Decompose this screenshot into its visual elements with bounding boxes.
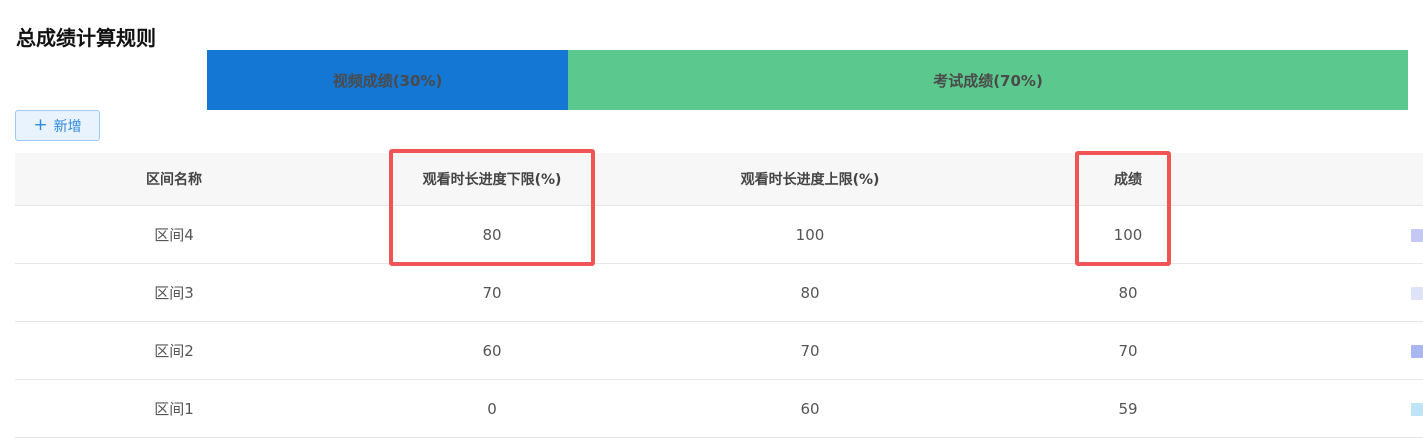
upper-bound-cell: 60 xyxy=(800,399,820,418)
lower-bound-cell: 0 xyxy=(487,399,497,418)
row-action-icon[interactable] xyxy=(1411,402,1423,416)
score-cell: 100 xyxy=(1113,225,1143,244)
table-row: 区间2 60 70 70 xyxy=(15,322,1423,380)
row-action-icon[interactable] xyxy=(1411,228,1423,242)
score-cell: 80 xyxy=(1118,283,1138,302)
range-name-cell: 区间2 xyxy=(154,342,194,360)
row-action-icon[interactable] xyxy=(1411,286,1423,300)
score-rule-table: 区间名称 观看时长进度下限(%) 观看时长进度上限(%) 成绩 区间4 80 1… xyxy=(15,153,1423,438)
actions-cell xyxy=(1287,380,1423,437)
score-weight-bar: 视频成绩(30%) 考试成绩(70%) xyxy=(207,50,1408,110)
upper-bound-cell: 100 xyxy=(795,225,825,244)
page-title: 总成绩计算规则 xyxy=(16,26,156,50)
range-name-cell: 区间3 xyxy=(154,284,194,302)
actions-cell xyxy=(1287,264,1423,321)
plus-icon: + xyxy=(33,115,48,135)
table-row: 区间1 0 60 59 xyxy=(15,380,1423,438)
range-name-cell: 区间1 xyxy=(154,400,194,418)
header-actions xyxy=(1287,153,1423,205)
video-score-segment[interactable]: 视频成绩(30%) xyxy=(207,50,568,110)
upper-bound-cell: 80 xyxy=(800,283,820,302)
lower-bound-cell: 70 xyxy=(482,283,502,302)
table-header-row: 区间名称 观看时长进度下限(%) 观看时长进度上限(%) 成绩 xyxy=(15,153,1423,206)
header-upper-bound: 观看时长进度上限(%) xyxy=(740,172,880,188)
table-row: 区间4 80 100 100 xyxy=(15,206,1423,264)
header-range-name: 区间名称 xyxy=(146,172,202,188)
actions-cell xyxy=(1287,206,1423,263)
score-cell: 59 xyxy=(1118,399,1138,418)
header-score: 成绩 xyxy=(1114,172,1142,188)
row-action-icon[interactable] xyxy=(1411,344,1423,358)
actions-cell xyxy=(1287,322,1423,379)
upper-bound-cell: 70 xyxy=(800,341,820,360)
lower-bound-cell: 60 xyxy=(482,341,502,360)
table-row: 区间3 70 80 80 xyxy=(15,264,1423,322)
add-button[interactable]: + 新增 xyxy=(15,110,100,141)
score-cell: 70 xyxy=(1118,341,1138,360)
lower-bound-cell: 80 xyxy=(482,225,502,244)
exam-score-segment[interactable]: 考试成绩(70%) xyxy=(568,50,1408,110)
range-name-cell: 区间4 xyxy=(154,226,194,244)
add-button-label: 新增 xyxy=(53,118,82,135)
header-lower-bound: 观看时长进度下限(%) xyxy=(422,172,562,188)
